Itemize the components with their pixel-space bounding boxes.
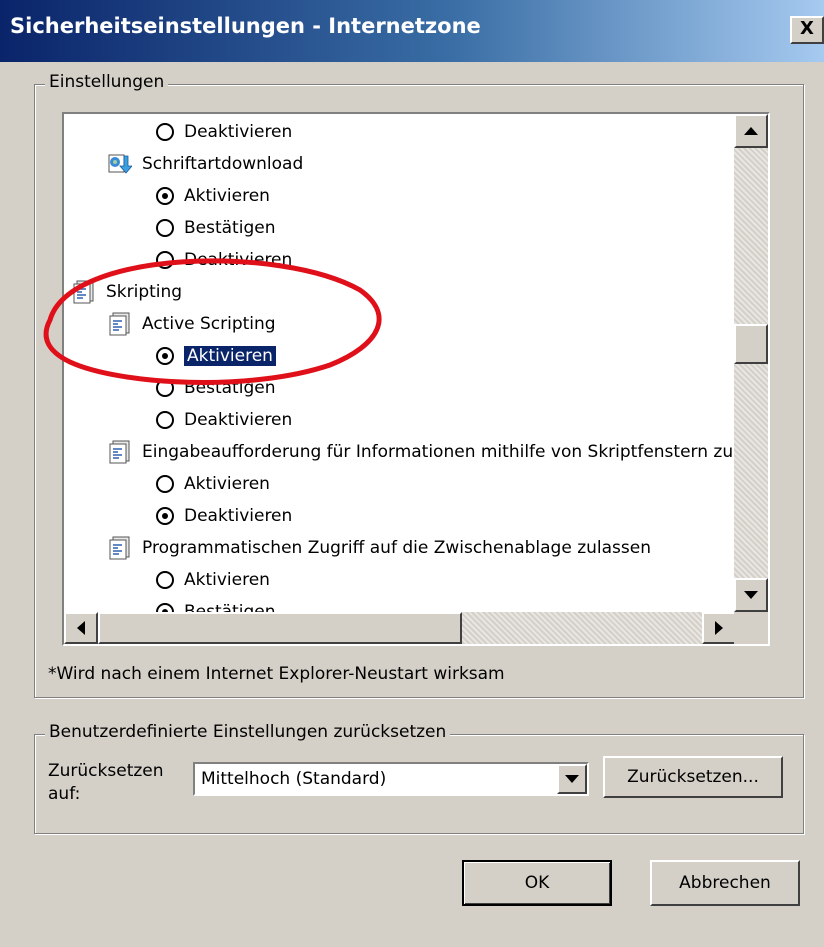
setting-label: Deaktivieren [184, 506, 293, 526]
setting-option[interactable]: Deaktivieren [156, 244, 292, 276]
setting-category[interactable]: Programmatischen Zugriff auf die Zwische… [108, 532, 651, 564]
setting-label: Bestätigen [184, 602, 276, 612]
horizontal-scrollbar[interactable] [64, 612, 736, 644]
setting-label: Deaktivieren [184, 122, 293, 142]
security-level-value: Mittelhoch (Standard) [201, 769, 387, 789]
setting-category[interactable]: Eingabeaufforderung für Informationen mi… [108, 436, 736, 468]
arrow-down-icon [744, 591, 758, 599]
radio-checked-icon[interactable] [156, 347, 174, 365]
vertical-scrollbar[interactable] [734, 114, 768, 612]
close-icon: X [800, 18, 814, 39]
setting-option[interactable]: Deaktivieren [156, 500, 292, 532]
settings-legend: Einstellungen [45, 72, 169, 92]
horizontal-scroll-thumb[interactable] [98, 612, 462, 644]
arrow-up-icon [744, 127, 758, 135]
radio-checked-icon[interactable] [156, 603, 174, 612]
script-icon [109, 312, 130, 336]
reset-to-label: Zurücksetzen auf: [48, 761, 164, 804]
scroll-down-button[interactable] [734, 578, 768, 612]
title-bar: Sicherheitseinstellungen - Internetzone … [0, 0, 824, 62]
close-button[interactable]: X [790, 16, 824, 44]
arrow-right-icon [715, 621, 723, 635]
scrollbar-corner [734, 612, 768, 644]
settings-tree[interactable]: Deaktivieren Schriftartdownload Aktivieren… [62, 112, 770, 646]
radio-unchecked-icon[interactable] [156, 411, 174, 429]
font-download-icon [108, 154, 132, 174]
chevron-down-icon [565, 775, 579, 783]
setting-label: Aktivieren [184, 474, 270, 494]
setting-label: Programmatischen Zugriff auf die Zwische… [142, 538, 651, 558]
radio-unchecked-icon[interactable] [156, 219, 174, 237]
radio-unchecked-icon[interactable] [156, 379, 174, 397]
radio-unchecked-icon[interactable] [156, 571, 174, 589]
script-icon [109, 536, 130, 560]
setting-option[interactable]: Aktivieren [156, 468, 270, 500]
radio-checked-icon[interactable] [156, 507, 174, 525]
setting-option[interactable]: Deaktivieren [156, 404, 292, 436]
setting-option[interactable]: Bestätigen [156, 596, 275, 612]
setting-label: Skripting [106, 282, 183, 302]
setting-option[interactable]: Aktivieren [156, 180, 270, 212]
scroll-up-button[interactable] [734, 114, 768, 148]
dropdown-button[interactable] [557, 764, 587, 794]
script-icon [109, 440, 130, 464]
setting-label: Bestätigen [184, 218, 276, 238]
radio-unchecked-icon[interactable] [156, 123, 174, 141]
restart-footnote: *Wird nach einem Internet Explorer-Neust… [48, 664, 505, 684]
setting-label: Schriftartdownload [142, 154, 304, 174]
setting-label: Bestätigen [184, 378, 276, 398]
setting-label: Aktivieren [184, 186, 270, 206]
setting-category[interactable]: Schriftartdownload [108, 148, 303, 180]
radio-unchecked-icon[interactable] [156, 251, 174, 269]
reset-button[interactable]: Zurücksetzen... [603, 756, 783, 798]
script-icon [73, 280, 94, 304]
setting-label: Eingabeaufforderung für Informationen mi… [142, 442, 736, 462]
setting-label: Aktivieren [184, 346, 276, 366]
settings-tree-viewport: Deaktivieren Schriftartdownload Aktivieren… [64, 114, 736, 612]
reset-legend: Benutzerdefinierte Einstellungen zurücks… [45, 722, 451, 742]
setting-category[interactable]: Active Scripting [108, 308, 276, 340]
setting-label: Deaktivieren [184, 410, 293, 430]
setting-option[interactable]: Aktivieren [156, 564, 270, 596]
radio-unchecked-icon[interactable] [156, 475, 174, 493]
setting-option[interactable]: Deaktivieren [156, 116, 292, 148]
arrow-left-icon [77, 621, 85, 635]
cancel-button[interactable]: Abbrechen [650, 860, 800, 906]
window-title: Sicherheitseinstellungen - Internetzone [10, 14, 481, 38]
setting-option[interactable]: Bestätigen [156, 212, 275, 244]
setting-option[interactable]: Aktivieren [156, 340, 276, 372]
security-level-select[interactable]: Mittelhoch (Standard) [193, 762, 589, 796]
setting-option[interactable]: Bestätigen [156, 372, 275, 404]
setting-label: Aktivieren [184, 570, 270, 590]
ok-button[interactable]: OK [462, 860, 612, 906]
scroll-thumb[interactable] [734, 324, 768, 364]
scroll-right-button[interactable] [702, 612, 736, 644]
setting-category[interactable]: Skripting [72, 276, 182, 308]
radio-checked-icon[interactable] [156, 187, 174, 205]
setting-label: Deaktivieren [184, 250, 293, 270]
setting-label: Active Scripting [142, 314, 276, 334]
scroll-left-button[interactable] [64, 612, 98, 644]
